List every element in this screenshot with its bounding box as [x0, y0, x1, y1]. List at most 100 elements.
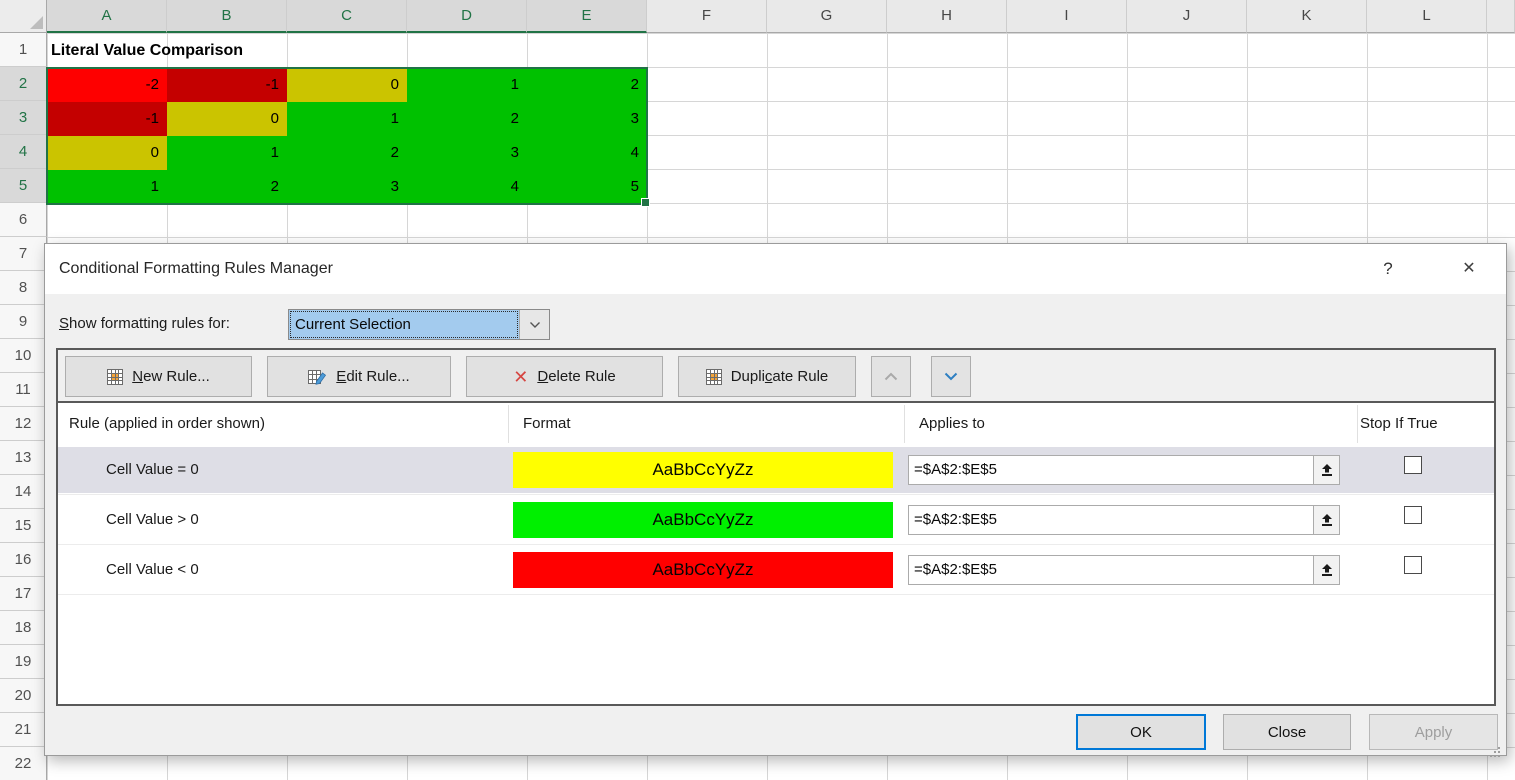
row-header-14[interactable]: 14: [0, 475, 47, 509]
resize-grip[interactable]: [1498, 747, 1500, 749]
stop-if-true-checkbox[interactable]: [1404, 456, 1422, 474]
cell-A3[interactable]: -1: [47, 102, 167, 136]
new-rule-button[interactable]: New Rule...: [65, 356, 252, 397]
cell-C3[interactable]: 1: [287, 102, 407, 136]
row-header-5[interactable]: 5: [0, 169, 47, 203]
rule-column-header: Rule (applied in order shown): [69, 403, 265, 445]
cell-A4[interactable]: 0: [47, 136, 167, 170]
applies-to-input[interactable]: =$A$2:$E$5: [908, 455, 1314, 485]
conditional-formatting-rules-manager-dialog: Conditional Formatting Rules Manager ? ✕…: [44, 243, 1507, 756]
cell-E2[interactable]: 2: [527, 68, 647, 102]
help-icon[interactable]: ?: [1373, 254, 1403, 284]
cell-E5[interactable]: 5: [527, 170, 647, 204]
cell-D2[interactable]: 1: [407, 68, 527, 102]
stop-if-true-checkbox[interactable]: [1404, 556, 1422, 574]
column-header-B[interactable]: B: [167, 0, 287, 33]
row-header-11[interactable]: 11: [0, 373, 47, 407]
row-header-20[interactable]: 20: [0, 679, 47, 713]
cell-B3[interactable]: 0: [167, 102, 287, 136]
row-header-10[interactable]: 10: [0, 339, 47, 373]
cell-B4[interactable]: 1: [167, 136, 287, 170]
cell-E3[interactable]: 3: [527, 102, 647, 136]
row-header-21[interactable]: 21: [0, 713, 47, 747]
row-header-16[interactable]: 16: [0, 543, 47, 577]
row-header-22[interactable]: 22: [0, 747, 47, 780]
apply-button[interactable]: Apply: [1369, 714, 1498, 750]
column-header-E[interactable]: E: [527, 0, 647, 33]
column-divider: [508, 405, 509, 443]
cell-C5[interactable]: 3: [287, 170, 407, 204]
column-header-I[interactable]: I: [1007, 0, 1127, 33]
cell-E4[interactable]: 4: [527, 136, 647, 170]
dialog-title: Conditional Formatting Rules Manager: [59, 244, 333, 294]
applies-to-field-group: =$A$2:$E$5: [908, 505, 1340, 535]
move-rule-down-button[interactable]: [931, 356, 971, 397]
show-rules-for-dropdown[interactable]: Current Selection: [288, 309, 550, 340]
column-header-C[interactable]: C: [287, 0, 407, 33]
collapse-dialog-button[interactable]: [1313, 555, 1340, 585]
row-header-4[interactable]: 4: [0, 135, 47, 169]
collapse-dialog-button[interactable]: [1313, 455, 1340, 485]
cell-D3[interactable]: 2: [407, 102, 527, 136]
collapse-dialog-button[interactable]: [1313, 505, 1340, 535]
row-header-9[interactable]: 9: [0, 305, 47, 339]
column-header-D[interactable]: D: [407, 0, 527, 33]
column-header-K[interactable]: K: [1247, 0, 1367, 33]
cell-A5[interactable]: 1: [47, 170, 167, 204]
column-header-L[interactable]: L: [1367, 0, 1487, 33]
cell-D4[interactable]: 3: [407, 136, 527, 170]
row-header-1[interactable]: 1: [0, 33, 47, 67]
rule-row-cell-value-greater-0[interactable]: Cell Value > 0 AaBbCcYyZz =$A$2:$E$5: [58, 497, 1494, 543]
collapse-arrow-icon: [1320, 563, 1334, 577]
column-header-H[interactable]: H: [887, 0, 1007, 33]
column-header-G[interactable]: G: [767, 0, 887, 33]
show-formatting-rules-label: Show formatting rules for:: [59, 309, 230, 339]
cell-D5[interactable]: 4: [407, 170, 527, 204]
delete-rule-button[interactable]: ✕ Delete Rule: [466, 356, 663, 397]
cell-C4[interactable]: 2: [287, 136, 407, 170]
row-header-12[interactable]: 12: [0, 407, 47, 441]
row-header-8[interactable]: 8: [0, 271, 47, 305]
close-button[interactable]: Close: [1223, 714, 1351, 750]
cell-B5[interactable]: 2: [167, 170, 287, 204]
applies-to-input[interactable]: =$A$2:$E$5: [908, 505, 1314, 535]
column-header-A[interactable]: A: [47, 0, 167, 33]
cell-A1[interactable]: Literal Value Comparison: [51, 34, 243, 68]
row-header-13[interactable]: 13: [0, 441, 47, 475]
row-header-6[interactable]: 6: [0, 203, 47, 237]
red-x-icon: ✕: [513, 369, 528, 385]
row-header-18[interactable]: 18: [0, 611, 47, 645]
row-header-17[interactable]: 17: [0, 577, 47, 611]
row-headers: 12345678910111213141516171819202122: [0, 33, 47, 780]
column-header-J[interactable]: J: [1127, 0, 1247, 33]
format-preview: AaBbCcYyZz: [513, 452, 893, 488]
rule-row-cell-value-equals-0[interactable]: Cell Value = 0 AaBbCcYyZz =$A$2:$E$5: [58, 447, 1494, 493]
format-preview: AaBbCcYyZz: [513, 502, 893, 538]
rule-row-cell-value-less-0[interactable]: Cell Value < 0 AaBbCcYyZz =$A$2:$E$5: [58, 547, 1494, 593]
chevron-down-icon: [529, 321, 541, 329]
cell-B2[interactable]: -1: [167, 68, 287, 102]
edit-rule-button[interactable]: Edit Rule...: [267, 356, 451, 397]
close-icon[interactable]: ✕: [1449, 252, 1489, 286]
duplicate-rule-button[interactable]: Duplicate Rule: [678, 356, 856, 397]
format-preview: AaBbCcYyZz: [513, 552, 893, 588]
rules-toolbar: New Rule... Edit Rule... ✕ Delete Rule: [58, 350, 1494, 401]
cell-C2[interactable]: 0: [287, 68, 407, 102]
move-rule-up-button[interactable]: [871, 356, 911, 397]
collapse-arrow-icon: [1320, 463, 1334, 477]
row-header-19[interactable]: 19: [0, 645, 47, 679]
row-header-15[interactable]: 15: [0, 509, 47, 543]
applies-to-field-group: =$A$2:$E$5: [908, 455, 1340, 485]
column-headers: ABCDEFGHIJKL: [47, 0, 1515, 33]
select-all-corner[interactable]: [0, 0, 47, 33]
ok-button[interactable]: OK: [1076, 714, 1206, 750]
applies-to-input[interactable]: =$A$2:$E$5: [908, 555, 1314, 585]
stop-if-true-checkbox[interactable]: [1404, 506, 1422, 524]
cell-A2[interactable]: -2: [47, 68, 167, 102]
row-header-2[interactable]: 2: [0, 67, 47, 101]
rules-manager-frame: New Rule... Edit Rule... ✕ Delete Rule: [56, 348, 1496, 706]
row-header-7[interactable]: 7: [0, 237, 47, 271]
dropdown-arrow-button[interactable]: [519, 310, 549, 339]
row-header-3[interactable]: 3: [0, 101, 47, 135]
column-header-F[interactable]: F: [647, 0, 767, 33]
